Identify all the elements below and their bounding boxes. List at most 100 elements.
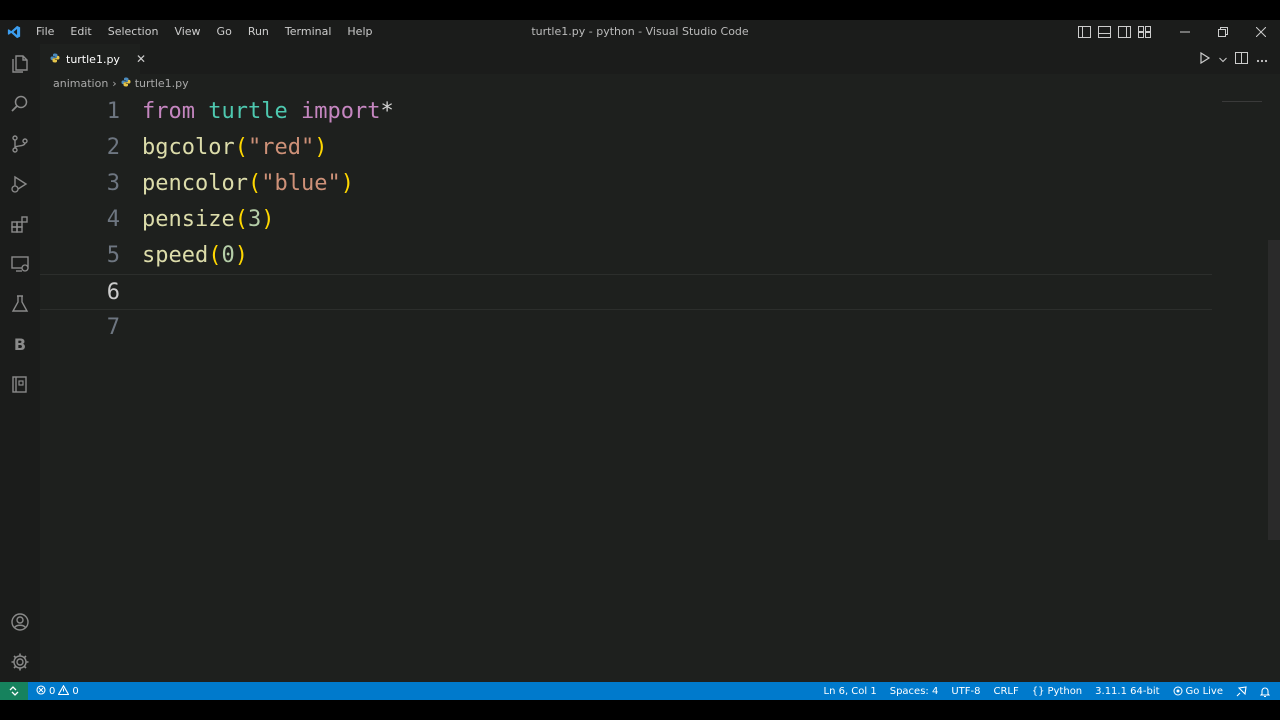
tab-turtle1-py[interactable]: turtle1.py ✕ (40, 44, 146, 74)
split-editor-icon[interactable] (1235, 51, 1248, 67)
settings-gear-icon[interactable] (8, 650, 32, 674)
cursor-position[interactable]: Ln 6, Col 1 (824, 686, 877, 697)
code-line[interactable]: 3 pencolor("blue") (40, 166, 1212, 202)
encoding[interactable]: UTF-8 (951, 686, 980, 697)
code-token: ) (340, 171, 354, 196)
window-controls (1166, 20, 1280, 44)
code-line[interactable]: 7 (40, 310, 1212, 346)
code-token: from (142, 99, 195, 124)
code-text[interactable]: pensize(3) (142, 202, 274, 238)
code-token: ( (208, 243, 222, 268)
go-live-button[interactable]: Go Live (1173, 686, 1223, 697)
notifications-bell-icon[interactable] (1260, 686, 1270, 697)
tab-bar: turtle1.py ✕ (40, 44, 1280, 74)
code-line[interactable]: 1 from turtle import* (40, 94, 1212, 130)
menu-run[interactable]: Run (240, 20, 277, 44)
menu-file[interactable]: File (28, 20, 62, 44)
line-number: 4 (106, 207, 120, 232)
code-token: ( (247, 171, 262, 196)
code-text[interactable]: bgcolor("red") (142, 130, 327, 166)
indentation[interactable]: Spaces: 4 (890, 686, 939, 697)
close-window-icon[interactable] (1242, 20, 1280, 44)
editor-scrollbar[interactable] (1268, 240, 1280, 540)
minimize-icon[interactable] (1166, 20, 1204, 44)
extensions-icon[interactable] (8, 212, 32, 236)
run-python-file-icon[interactable] (1199, 51, 1211, 67)
activity-bar: B (0, 44, 40, 682)
code-token: * (380, 99, 394, 124)
code-token: 3 (247, 207, 262, 232)
warning-icon (57, 684, 70, 698)
notebook-icon[interactable] (8, 372, 32, 396)
menu-help[interactable]: Help (339, 20, 380, 44)
menu-edit[interactable]: Edit (62, 20, 99, 44)
letterbox-top (0, 0, 1280, 20)
editor-actions (1199, 44, 1268, 74)
breadcrumb-folder[interactable]: animation (53, 77, 108, 90)
code-text[interactable]: from turtle import* (142, 94, 394, 130)
search-icon[interactable] (8, 92, 32, 116)
remote-explorer-icon[interactable] (8, 252, 32, 276)
code-token: ) (261, 207, 275, 232)
code-token: speed (142, 243, 209, 268)
close-tab-icon[interactable]: ✕ (136, 52, 146, 66)
language-mode[interactable]: {} Python (1032, 686, 1082, 697)
restore-icon[interactable] (1204, 20, 1242, 44)
code-text[interactable]: speed(0) (142, 238, 248, 274)
broadcast-icon (1173, 686, 1183, 696)
line-number: 3 (106, 171, 120, 196)
code-text[interactable]: pencolor("blue") (142, 166, 354, 202)
code-token: ( (234, 135, 248, 160)
code-token: ) (234, 243, 248, 268)
account-icon[interactable] (8, 610, 32, 634)
error-icon (36, 684, 46, 698)
minimap[interactable] (1222, 96, 1262, 102)
code-editor[interactable]: 1 from turtle import* 2 bgcolor("red") 3 penc… (40, 92, 1266, 682)
b-extension-icon[interactable]: B (8, 332, 32, 356)
line-number: 2 (106, 135, 120, 160)
more-actions-icon[interactable] (1256, 52, 1268, 66)
code-token: ) (314, 135, 328, 160)
problems-indicator[interactable]: 0 0 (28, 684, 79, 698)
python-file-icon (121, 77, 131, 90)
code-line[interactable]: 4 pensize(3) (40, 202, 1212, 238)
code-line[interactable]: 5 speed(0) (40, 238, 1212, 274)
code-token: "red" (247, 135, 315, 160)
breadcrumb: animation › turtle1.py (53, 74, 189, 92)
toggle-secondary-sidebar-icon[interactable] (1116, 24, 1132, 40)
menu-terminal[interactable]: Terminal (277, 20, 340, 44)
status-right: Ln 6, Col 1 Spaces: 4 UTF-8 CRLF {} Pytho… (824, 682, 1270, 700)
letterbox-bottom (0, 700, 1280, 720)
code-token: bgcolor (142, 135, 235, 160)
line-number: 1 (106, 99, 120, 124)
testing-icon[interactable] (8, 292, 32, 316)
toggle-sidebar-icon[interactable] (1076, 24, 1092, 40)
warning-count: 0 (72, 685, 79, 697)
tab-label: turtle1.py (66, 52, 120, 66)
customize-layout-icon[interactable] (1136, 24, 1152, 40)
code-token: import (300, 99, 381, 124)
feedback-icon[interactable] (1236, 685, 1247, 697)
menu-view[interactable]: View (166, 20, 208, 44)
code-token: 0 (221, 243, 235, 268)
remote-indicator-icon[interactable] (0, 682, 28, 700)
python-interpreter[interactable]: 3.11.1 64-bit (1095, 686, 1159, 697)
breadcrumb-file[interactable]: turtle1.py (135, 77, 189, 90)
menu-go[interactable]: Go (209, 20, 240, 44)
run-debug-icon[interactable] (8, 172, 32, 196)
menu-selection[interactable]: Selection (100, 20, 167, 44)
files-icon[interactable] (8, 52, 32, 76)
go-live-label: Go Live (1185, 685, 1223, 697)
python-file-icon (50, 53, 60, 66)
line-ending[interactable]: CRLF (993, 686, 1018, 697)
code-line[interactable]: 2 bgcolor("red") (40, 130, 1212, 166)
code-line[interactable]: 6 (40, 274, 1212, 310)
toggle-panel-icon[interactable] (1096, 24, 1112, 40)
code-token: ( (234, 207, 248, 232)
code-token: "blue" (261, 171, 341, 196)
line-number: 7 (106, 315, 120, 340)
chevron-down-icon[interactable] (1219, 52, 1227, 66)
source-control-icon[interactable] (8, 132, 32, 156)
code-token: pencolor (142, 171, 248, 196)
